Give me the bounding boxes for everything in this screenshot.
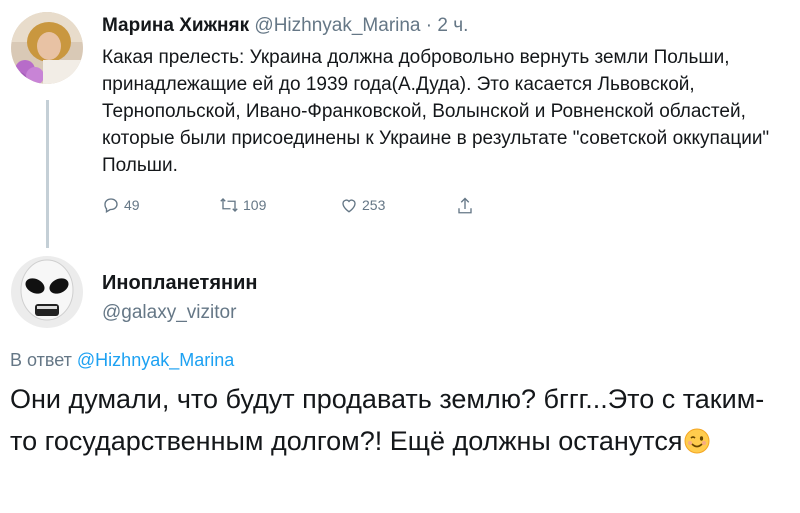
reply-button[interactable]: 49 (102, 196, 140, 214)
share-button[interactable] (456, 196, 478, 216)
retweet-icon (220, 198, 238, 212)
retweet-button[interactable]: 109 (219, 196, 266, 214)
tweet-1-text: Какая прелесть: Украина должна доброволь… (102, 47, 770, 176)
author-name-2[interactable]: Инопланетянин (102, 270, 257, 296)
tweet-1-actions: 49 109 253 (102, 196, 502, 224)
author-handle[interactable]: @Hizhnyak_Marina (254, 15, 420, 36)
avatar-marina-image (11, 12, 83, 84)
avatar-alien-image (11, 256, 83, 328)
tweet-2-text: Они думали, что будут продавать землю? б… (10, 378, 790, 466)
retweets-count: 109 (243, 197, 267, 213)
share-icon (458, 197, 472, 214)
reply-handle-link[interactable]: @Hizhnyak_Marina (77, 350, 234, 370)
replies-count: 49 (124, 197, 140, 213)
tweet-1[interactable]: Марина Хижняк @Hizhnyak_Marina · 2 ч. Ка… (102, 14, 792, 179)
tweet-2-body: Они думали, что будут продавать землю? б… (10, 384, 765, 456)
like-button[interactable]: 253 (340, 196, 385, 214)
tweet-1-header: Марина Хижняк @Hizhnyak_Marina · 2 ч. (102, 14, 792, 38)
likes-count: 253 (362, 197, 386, 213)
reply-context: В ответ @Hizhnyak_Marina (10, 350, 234, 371)
reply-icon (104, 198, 118, 213)
time-separator: · (425, 15, 433, 36)
winking-face-icon (684, 424, 710, 466)
author-name[interactable]: Марина Хижняк (102, 15, 249, 36)
like-icon (342, 199, 356, 213)
avatar-marina[interactable] (11, 12, 83, 84)
avatar-alien[interactable] (11, 256, 83, 328)
tweet-2-header: Инопланетянин @galaxy_vizitor (102, 270, 257, 326)
thread-line (46, 100, 49, 248)
reply-prefix: В ответ (10, 350, 72, 370)
tweet-time[interactable]: 2 ч. (437, 15, 468, 36)
author-handle-2[interactable]: @galaxy_vizitor (102, 300, 257, 326)
